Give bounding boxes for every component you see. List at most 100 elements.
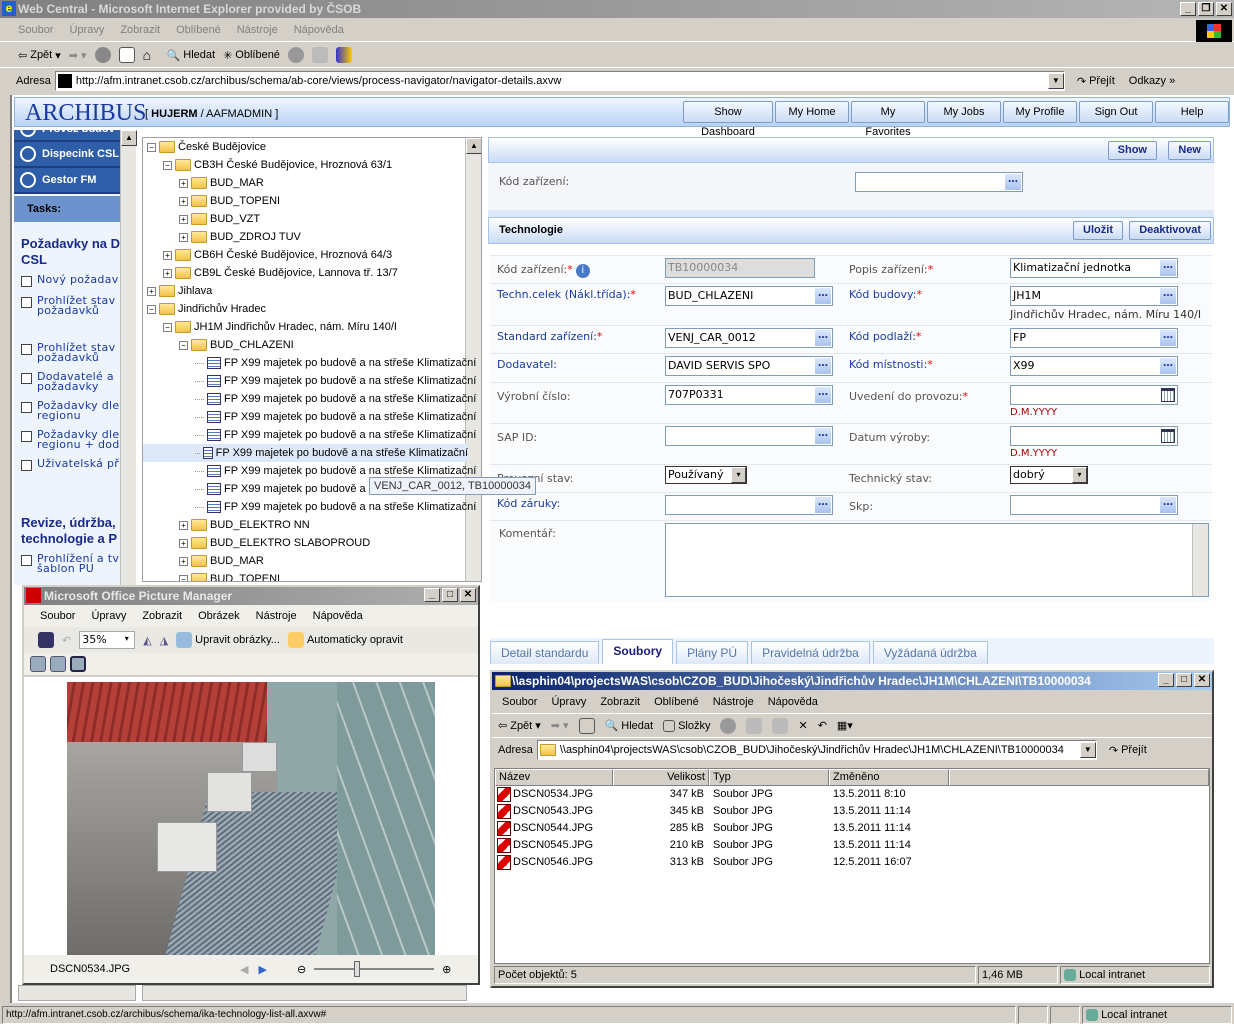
filmstrip-view-icon[interactable] bbox=[50, 656, 66, 672]
maximize-button[interactable]: □ bbox=[442, 588, 458, 602]
tree-node[interactable]: + CB9L České Budějovice, Lannova tř. 13/7 bbox=[163, 264, 398, 282]
undo-icon[interactable]: ↶ bbox=[818, 719, 827, 732]
tree-node[interactable]: + BUD_ZDROJ TUV bbox=[179, 228, 301, 246]
home-icon[interactable]: ⌂ bbox=[143, 47, 159, 63]
collapse-icon[interactable]: − bbox=[179, 574, 188, 581]
menu-item[interactable]: Nápověda bbox=[294, 24, 344, 36]
task-checkbox[interactable] bbox=[21, 297, 32, 308]
expand-icon[interactable]: + bbox=[163, 250, 172, 260]
copy-to-icon[interactable] bbox=[772, 717, 789, 734]
nav-button-show-dashboard[interactable]: Show Dashboard bbox=[683, 101, 773, 138]
task-item[interactable]: Prohlížet stav požadavků bbox=[14, 340, 120, 365]
tree-node[interactable]: − BUD_TOPENI bbox=[179, 570, 280, 581]
task-item[interactable]: Požadavky dle regionu bbox=[14, 398, 120, 423]
zoom-slider[interactable] bbox=[314, 961, 435, 977]
tab-pravidelná-údržba[interactable]: Pravidelná údržba bbox=[751, 641, 870, 664]
print-icon[interactable] bbox=[311, 47, 328, 63]
collapse-icon[interactable]: − bbox=[147, 304, 156, 314]
tree-node[interactable]: + BUD_ELEKTRO NN bbox=[179, 516, 310, 534]
rotate-left-icon[interactable]: ◭ bbox=[143, 634, 151, 647]
lookup-button[interactable]: … bbox=[815, 428, 831, 444]
file-row[interactable]: DSCN0544.JPG 285 kB Soubor JPG 13.5.2011 11… bbox=[495, 820, 1209, 837]
expand-icon[interactable]: + bbox=[179, 232, 188, 242]
tree-node[interactable]: FP X99 majetek po budově a na střeše Kli… bbox=[143, 444, 468, 462]
expand-icon[interactable]: + bbox=[179, 196, 188, 206]
task-checkbox[interactable] bbox=[21, 431, 32, 442]
task-item[interactable]: Dodavatelé a požadavky bbox=[14, 369, 120, 394]
search-button[interactable]: 🔍 Hledat bbox=[605, 719, 654, 733]
close-button[interactable]: ✕ bbox=[1194, 673, 1210, 687]
collapse-icon[interactable]: − bbox=[163, 322, 172, 332]
column-header[interactable]: Velikost bbox=[613, 769, 709, 786]
info-icon[interactable]: i bbox=[575, 264, 590, 278]
column-header[interactable]: Název bbox=[495, 769, 613, 786]
tree-node[interactable]: FP X99 majetek po budově a na střeše Kli… bbox=[195, 498, 476, 516]
zoom-in-icon[interactable]: ⊕ bbox=[442, 963, 451, 976]
nav-button-sign-out[interactable]: Sign Out bbox=[1079, 101, 1153, 123]
filter-equipment-code-input[interactable]: … bbox=[855, 172, 1023, 192]
forward-button[interactable]: ➡ ▾ bbox=[69, 49, 87, 62]
expand-icon[interactable]: + bbox=[179, 538, 188, 548]
menu-item[interactable]: Oblíbené bbox=[176, 24, 221, 36]
tree-node[interactable]: FP X99 majetek po budově a na střeše Kli… bbox=[195, 354, 476, 372]
tree-node[interactable]: − Jindřichův Hradec bbox=[147, 300, 266, 318]
field-label[interactable]: Kód budovy:* bbox=[849, 288, 922, 301]
field-input[interactable]: … bbox=[1010, 495, 1178, 515]
go-button[interactable]: ↷ Přejít bbox=[1077, 75, 1115, 88]
collapse-icon[interactable]: − bbox=[147, 142, 156, 152]
horizontal-scrollbar-left[interactable] bbox=[18, 985, 136, 1001]
maximize-button[interactable]: □ bbox=[1176, 673, 1192, 687]
media-icon[interactable] bbox=[287, 47, 304, 63]
lookup-button[interactable]: … bbox=[815, 387, 831, 403]
menu-item[interactable]: Úpravy bbox=[551, 696, 586, 708]
collapse-icon[interactable]: − bbox=[179, 340, 188, 350]
expand-icon[interactable]: + bbox=[179, 178, 188, 188]
menu-item[interactable]: Soubor bbox=[18, 24, 53, 36]
tree-node[interactable]: FP X99 majetek po budově a na střeše Kli… bbox=[195, 426, 476, 444]
file-row[interactable]: DSCN0546.JPG 313 kB Soubor JPG 12.5.2011 16… bbox=[495, 854, 1209, 871]
field-input[interactable]: 707P0331… bbox=[665, 385, 833, 405]
menu-item[interactable]: Soubor bbox=[40, 610, 75, 622]
favorites-button[interactable]: ✳ Oblíbené bbox=[223, 49, 280, 62]
undo-icon[interactable]: ↶ bbox=[62, 634, 71, 647]
address-input[interactable]: http://afm.intranet.csob.cz/archibus/sch… bbox=[54, 71, 1065, 91]
lookup-button[interactable]: … bbox=[815, 330, 831, 346]
field-input[interactable]: … bbox=[665, 426, 833, 446]
tab-soubory[interactable]: Soubory bbox=[602, 639, 674, 664]
tree-node[interactable]: FP X99 majetek po budově a na bbox=[195, 480, 381, 498]
auto-correct-button[interactable]: Automaticky opravit bbox=[287, 632, 403, 648]
calendar-icon[interactable] bbox=[1161, 388, 1175, 402]
menu-item[interactable]: Nástroje bbox=[713, 696, 754, 708]
lookup-button[interactable]: … bbox=[815, 358, 831, 374]
menu-item[interactable]: Oblíbené bbox=[654, 696, 699, 708]
task-item[interactable]: Nový požadav bbox=[14, 272, 120, 289]
tab-vyžádaná-údržba[interactable]: Vyžádaná údržba bbox=[872, 641, 988, 664]
file-row[interactable]: DSCN0534.JPG 347 kB Soubor JPG 13.5.2011 8:… bbox=[495, 786, 1209, 803]
back-button[interactable]: ⇦ Zpět ▾ bbox=[18, 49, 61, 62]
move-to-icon[interactable] bbox=[746, 717, 763, 734]
lookup-button[interactable]: … bbox=[1005, 174, 1021, 190]
media-icon[interactable] bbox=[720, 717, 737, 734]
menu-item[interactable]: Nápověda bbox=[768, 696, 818, 708]
address-dropdown[interactable]: ▼ bbox=[1047, 73, 1064, 89]
menu-item[interactable]: Nápověda bbox=[313, 610, 363, 622]
field-input[interactable]: DAVID SERVIS SPO… bbox=[665, 356, 833, 376]
field-label[interactable]: Kód podlaží:* bbox=[849, 330, 921, 343]
field-input[interactable] bbox=[1010, 426, 1178, 446]
tree-node[interactable]: FP X99 majetek po budově a na střeše Kli… bbox=[195, 390, 476, 408]
expand-icon[interactable]: + bbox=[179, 214, 188, 224]
field-input[interactable]: … bbox=[665, 495, 833, 515]
expand-icon[interactable]: + bbox=[163, 268, 172, 278]
save-button[interactable]: Uložit bbox=[1073, 221, 1123, 240]
tab-detail-standardu[interactable]: Detail standardu bbox=[490, 641, 600, 664]
tab-plány-pú[interactable]: Plány PÚ bbox=[676, 641, 749, 664]
tree-node[interactable]: − České Budějovice bbox=[147, 138, 266, 156]
collapse-icon[interactable]: − bbox=[163, 160, 172, 170]
minimize-button[interactable]: _ bbox=[424, 588, 440, 602]
rotate-right-icon[interactable]: ◮ bbox=[160, 634, 168, 647]
menu-item[interactable]: Obrázek bbox=[198, 610, 240, 622]
refresh-icon[interactable] bbox=[118, 47, 135, 63]
show-button[interactable]: Show bbox=[1107, 141, 1157, 160]
task-checkbox[interactable] bbox=[21, 344, 32, 355]
nav-button-help[interactable]: Help bbox=[1155, 101, 1229, 123]
